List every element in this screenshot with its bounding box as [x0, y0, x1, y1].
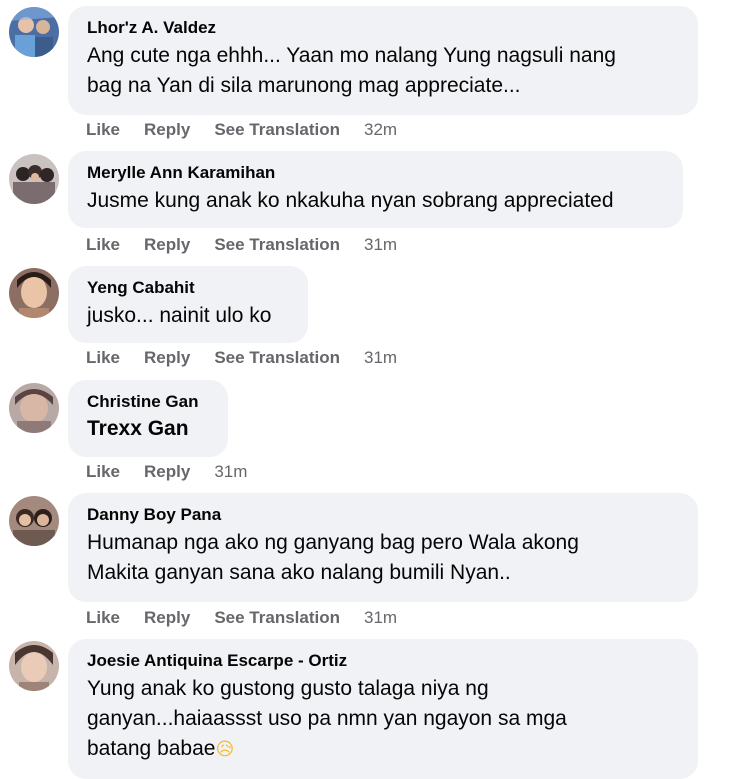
see-translation-button[interactable]: See Translation	[214, 235, 340, 255]
like-button[interactable]: Like	[86, 348, 120, 368]
profile-photo-icon	[9, 641, 59, 691]
see-translation-button[interactable]: See Translation	[214, 348, 340, 368]
reply-button[interactable]: Reply	[144, 120, 190, 140]
comment-text-line: batang babae😥	[87, 734, 678, 765]
comment-actions: Like Reply 31m	[86, 460, 247, 484]
comment-timestamp[interactable]: 31m	[214, 462, 247, 482]
comment-bubble: Merylle Ann Karamihan Jusme kung anak ko…	[68, 151, 683, 228]
avatar[interactable]	[9, 268, 59, 318]
mention-link[interactable]: Trexx Gan	[87, 414, 208, 444]
profile-photo-icon	[9, 268, 59, 318]
comment-text-line: Yung anak ko gustong gusto talaga niya n…	[87, 677, 489, 700]
comment-bubble: Lhor'z A. Valdez Ang cute nga ehhh... Ya…	[68, 6, 698, 115]
comment-author[interactable]: Merylle Ann Karamihan	[87, 163, 663, 183]
comment-bubble: Joesie Antiquina Escarpe - Ortiz Yung an…	[68, 639, 698, 779]
comment-text-line: Makita ganyan sana ako nalang bumili Nya…	[87, 561, 511, 584]
sad-relieved-face-emoji-icon: 😥	[215, 739, 235, 760]
comment-text: Jusme kung anak ko nkakuha nyan sobrang …	[87, 186, 663, 216]
comment-actions: Like Reply See Translation 31m	[86, 233, 397, 257]
avatar[interactable]	[9, 641, 59, 691]
reply-button[interactable]: Reply	[144, 462, 190, 482]
like-button[interactable]: Like	[86, 608, 120, 628]
comment-actions: Like Reply See Translation 31m	[86, 606, 397, 630]
comment-text-line: Humanap nga ako ng ganyang bag pero Wala…	[87, 531, 579, 554]
comment-author[interactable]: Joesie Antiquina Escarpe - Ortiz	[87, 651, 678, 671]
comment-text-line: Ang cute nga ehhh... Yaan mo nalang Yung…	[87, 44, 616, 67]
comment-bubble: Yeng Cabahit jusko... nainit ulo ko	[68, 266, 308, 343]
reply-button[interactable]: Reply	[144, 348, 190, 368]
profile-photo-icon	[9, 154, 59, 204]
like-button[interactable]: Like	[86, 462, 120, 482]
comment-text-fragment: batang babae	[87, 737, 216, 760]
comment-author[interactable]: Yeng Cabahit	[87, 278, 288, 298]
comment-text-line: jusko... nainit ulo ko	[87, 304, 272, 327]
comment-timestamp[interactable]: 31m	[364, 235, 397, 255]
comment-text: Humanap nga ako ng ganyang bag pero Wala…	[87, 528, 678, 588]
comment-text-line: ganyan...haiaassst uso pa nmn yan ngayon…	[87, 707, 567, 730]
avatar[interactable]	[9, 7, 59, 57]
comment-text: Yung anak ko gustong gusto talaga niya n…	[87, 674, 678, 765]
comment-author[interactable]: Lhor'z A. Valdez	[87, 18, 678, 38]
comment-author[interactable]: Danny Boy Pana	[87, 505, 678, 525]
profile-photo-icon	[9, 7, 59, 57]
profile-photo-icon	[9, 496, 59, 546]
comment-bubble: Danny Boy Pana Humanap nga ako ng ganyan…	[68, 493, 698, 602]
comment-actions: Like Reply See Translation 32m	[86, 118, 397, 142]
like-button[interactable]: Like	[86, 235, 120, 255]
reply-button[interactable]: Reply	[144, 235, 190, 255]
avatar[interactable]	[9, 496, 59, 546]
see-translation-button[interactable]: See Translation	[214, 120, 340, 140]
comment-author[interactable]: Christine Gan	[87, 392, 208, 412]
comment-timestamp[interactable]: 31m	[364, 608, 397, 628]
comment-text-line: bag na Yan di sila marunong mag apprecia…	[87, 74, 521, 97]
avatar[interactable]	[9, 154, 59, 204]
comment-timestamp[interactable]: 31m	[364, 348, 397, 368]
comment-actions: Like Reply See Translation 31m	[86, 346, 397, 370]
comment-list: Lhor'z A. Valdez Ang cute nga ehhh... Ya…	[0, 0, 750, 779]
comment-text: jusko... nainit ulo ko	[87, 301, 288, 331]
comment-timestamp[interactable]: 32m	[364, 120, 397, 140]
like-button[interactable]: Like	[86, 120, 120, 140]
comment-text-line: Jusme kung anak ko nkakuha nyan sobrang …	[87, 189, 614, 212]
see-translation-button[interactable]: See Translation	[214, 608, 340, 628]
reply-button[interactable]: Reply	[144, 608, 190, 628]
comment-text: Trexx Gan	[87, 414, 208, 444]
comment-bubble: Christine Gan Trexx Gan	[68, 380, 228, 457]
comment-text: Ang cute nga ehhh... Yaan mo nalang Yung…	[87, 41, 678, 101]
profile-photo-icon	[9, 383, 59, 433]
avatar[interactable]	[9, 383, 59, 433]
